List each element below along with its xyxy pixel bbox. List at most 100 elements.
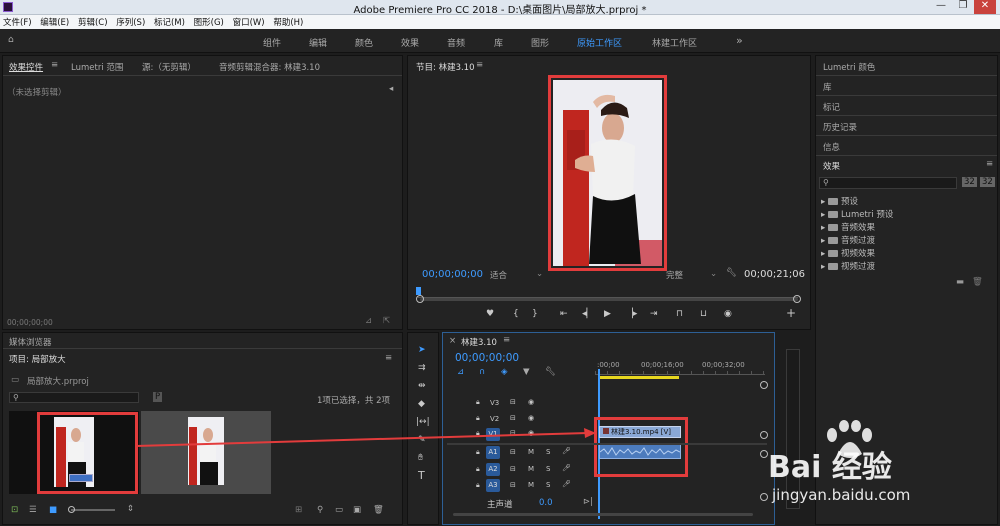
workspace-tab[interactable]: 效果 [401,36,419,49]
go-to-in-icon[interactable]: ⇤ [560,309,568,319]
link-icon[interactable]: ∩ [479,367,485,377]
microphone-icon[interactable]: 🎤︎ [562,447,571,455]
add-button-icon[interactable]: + [786,307,796,319]
collapse-icon[interactable]: ◂ [389,84,393,94]
lock-icon[interactable]: 🔒︎ [476,465,480,474]
menu-window[interactable]: 窗口(W) [230,15,268,28]
type-tool-icon[interactable]: T [418,470,425,481]
lock-icon[interactable]: 🔒︎ [476,398,480,407]
panel-markers[interactable]: 标记 [823,101,840,113]
mute-button[interactable]: M [528,481,534,489]
step-forward-icon[interactable]: ▕▸ [626,309,637,319]
zoom-slider-handle[interactable] [68,506,75,513]
microphone-icon[interactable]: 🎤︎ [562,464,571,472]
tab-project[interactable]: 项目: 局部放大 [9,353,66,365]
wrench-icon[interactable]: 🔧︎ [545,367,556,377]
chevron-down-icon[interactable]: ⌄ [536,269,543,279]
workspace-overflow-icon[interactable]: » [736,34,743,47]
workspace-tab[interactable]: 音频 [447,36,465,49]
track-name[interactable]: V1 [486,428,500,441]
workspace-tab[interactable]: 组件 [263,36,281,49]
automate-icon[interactable]: ⊞ [295,505,302,515]
add-marker-icon[interactable]: ◈ [501,367,508,377]
track-name[interactable]: A3 [486,479,500,492]
lift-icon[interactable]: ⊓ [676,309,683,319]
eye-icon[interactable]: ◉ [528,414,534,422]
tab-lumetri-scopes[interactable]: Lumetri 范围 [71,61,123,73]
zoom-bar[interactable] [420,298,798,301]
extract-icon[interactable]: ⊔ [700,309,707,319]
mute-button[interactable]: M [528,448,534,456]
new-item-icon[interactable]: ▣ [353,505,361,515]
scroll-handle-bottom[interactable] [760,493,768,501]
tab-program[interactable]: 节目: 林建3.10 [416,61,475,73]
menu-graphics[interactable]: 图形(G) [191,15,227,28]
zoom-slider[interactable] [71,509,115,511]
lock-icon[interactable]: 🔒︎ [476,481,480,490]
effects-tree-item[interactable]: ▸ 音频过渡 [821,234,875,246]
effects-tree-item[interactable]: ▸ 视频过渡 [821,260,875,272]
add-marker-icon[interactable]: ♥ [486,309,494,319]
list-view-icon[interactable]: ☰ [29,505,37,515]
menu-file[interactable]: 文件(F) [0,15,35,28]
project-item-sequence[interactable] [141,411,271,494]
tab-audio-clip-mixer[interactable]: 音频剪辑混合器: 林建3.10 [219,61,320,73]
chevron-down-icon[interactable]: ⌄ [710,269,717,279]
effects-tree-item[interactable]: ▸ 音频效果 [821,221,875,233]
panel-lumetri-color[interactable]: Lumetri 颜色 [823,61,875,73]
play-icon[interactable]: ▶ [604,309,611,319]
track-select-icon[interactable]: ⇉ [418,363,426,373]
slip-tool-icon[interactable]: |↔| [416,417,430,427]
panel-history[interactable]: 历史记录 [823,121,857,133]
lock-icon[interactable]: ⊡ [11,505,18,515]
scroll-handle-mid2[interactable] [760,450,768,458]
snap-icon[interactable]: ⊿ [457,367,464,377]
solo-button[interactable]: S [546,448,550,456]
icon-view-icon[interactable]: ■ [49,505,57,515]
selection-tool-icon[interactable]: ➤ [418,345,426,355]
find-icon[interactable]: P [153,392,163,402]
track-name[interactable]: A2 [486,463,500,476]
scroll-handle-mid[interactable] [760,431,768,439]
filter-icon[interactable]: ⊿ [365,316,372,326]
panel-menu-icon[interactable]: ≡ [986,159,993,169]
menu-clip[interactable]: 剪辑(C) [75,15,111,28]
home-icon[interactable]: ⌂ [8,35,14,45]
panel-menu-icon[interactable]: ≡ [385,353,392,363]
track-name[interactable]: A1 [486,446,500,459]
quality-dropdown[interactable]: 完整 [666,269,683,281]
tab-source[interactable]: 源:（无剪辑） [142,61,196,73]
mute-button[interactable]: M [528,465,534,473]
lock-icon[interactable]: 🔒︎ [476,414,480,423]
pen-tool-icon[interactable]: ✎ [418,435,426,445]
go-to-end-icon[interactable]: ⊳| [583,497,593,507]
project-search-input[interactable]: ⚲ [9,392,139,403]
new-bin-icon-2[interactable]: 32 [980,177,995,187]
solo-button[interactable]: S [546,481,550,489]
menu-sequence[interactable]: 序列(S) [113,15,148,28]
horizontal-scrollbar[interactable] [453,513,753,516]
workspace-tab[interactable]: 林建工作区 [652,36,697,49]
eye-icon[interactable]: ◉ [528,398,534,406]
sync-lock-icon[interactable]: ⊟ [510,429,516,437]
workspace-tab-active[interactable]: 原始工作区 [577,36,622,49]
new-bin-icon[interactable]: 32 [962,177,977,187]
menu-help[interactable]: 帮助(H) [270,15,306,28]
new-bin-icon[interactable]: ▭ [335,505,343,515]
workspace-tab[interactable]: 编辑 [309,36,327,49]
master-volume-value[interactable]: 0.0 [539,498,553,508]
tab-media-browser[interactable]: 媒体浏览器 [9,336,52,348]
sync-lock-icon[interactable]: ⊟ [510,398,516,406]
go-to-out-icon[interactable]: ⇥ [650,309,658,319]
sync-lock-icon[interactable]: ⊟ [510,481,516,489]
trash-icon[interactable]: 🗑︎ [373,505,384,515]
zoom-handle-right[interactable] [793,295,801,303]
sync-lock-icon[interactable]: ⊟ [510,465,516,473]
workspace-tab[interactable]: 颜色 [355,36,373,49]
step-back-icon[interactable]: ◂▏ [582,309,593,319]
fit-dropdown[interactable]: 适合 [490,269,507,281]
close-button[interactable]: ✕ [974,0,996,14]
panel-libraries[interactable]: 库 [823,81,832,93]
tab-effect-controls[interactable]: 效果控件 [9,61,43,73]
sync-lock-icon[interactable]: ⊟ [510,448,516,456]
